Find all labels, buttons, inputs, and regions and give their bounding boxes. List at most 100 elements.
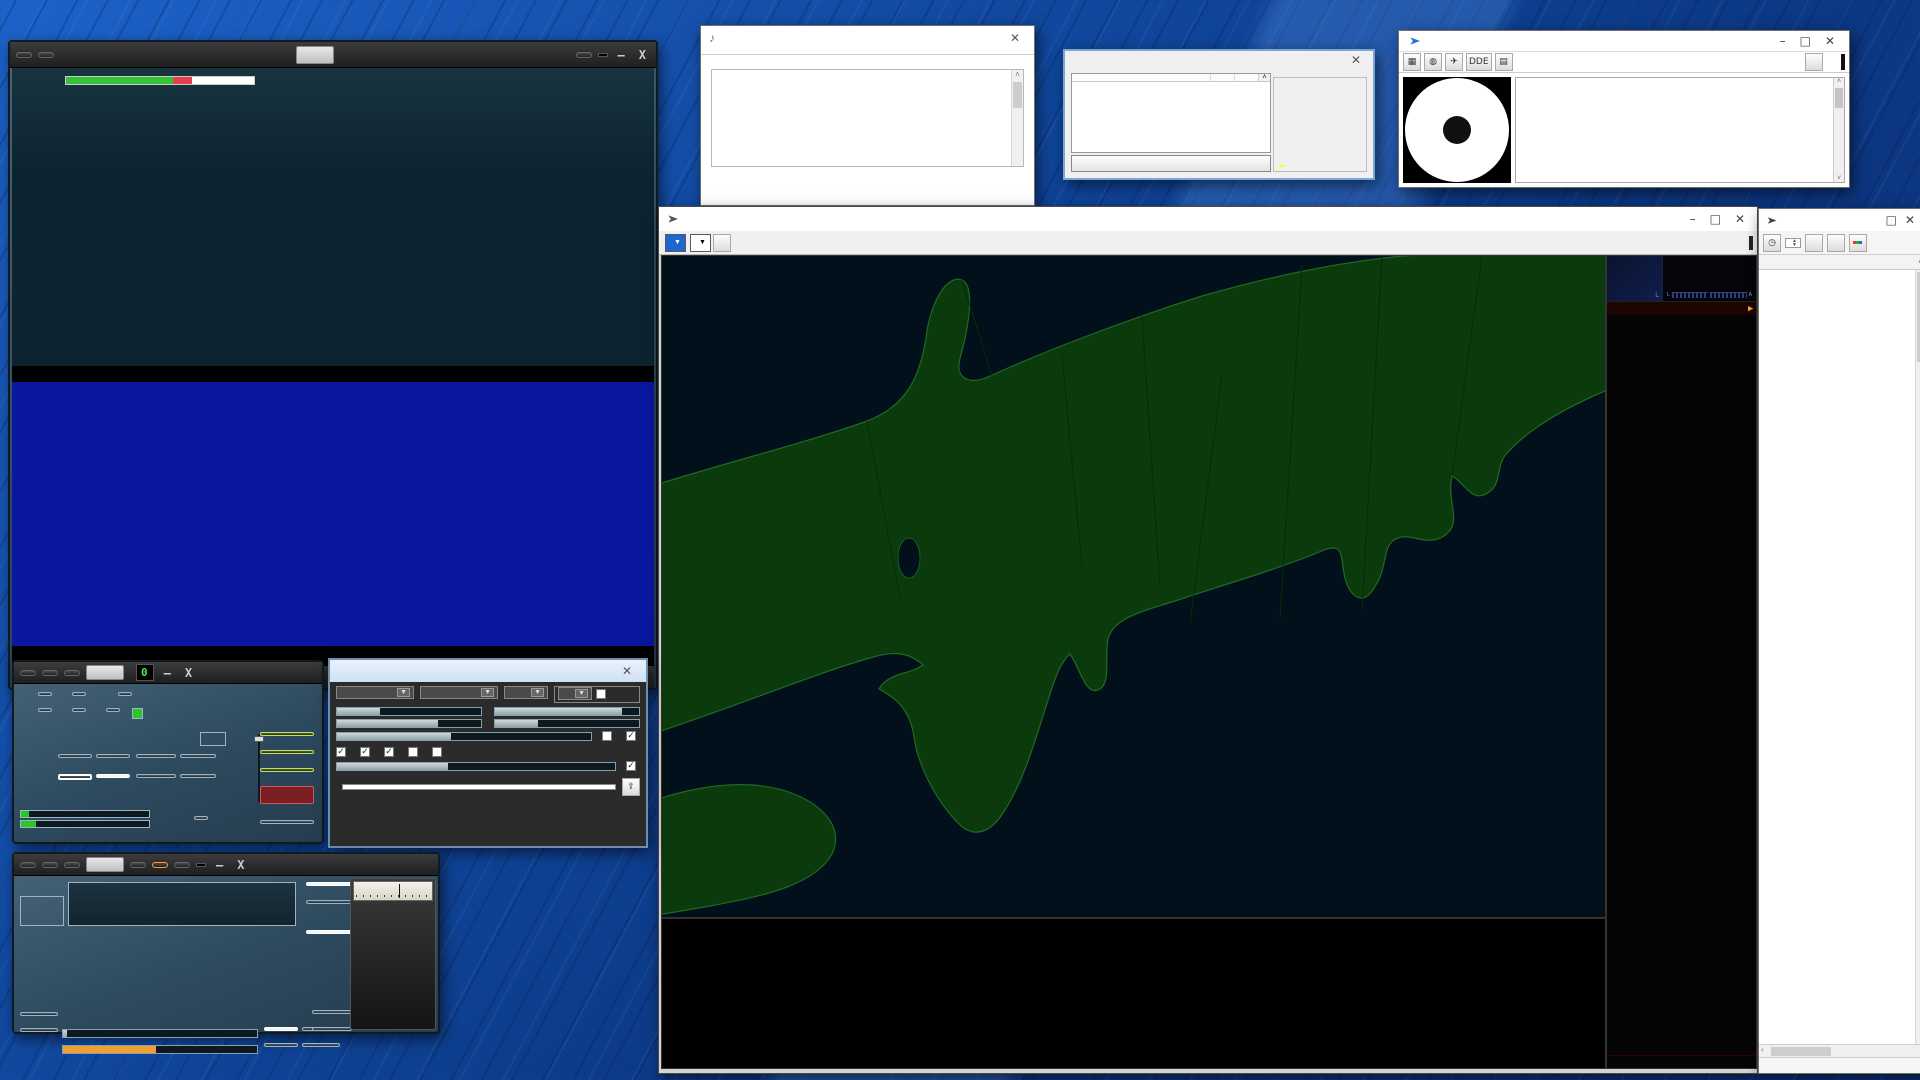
sett-button[interactable]	[20, 670, 36, 676]
step-box[interactable]	[20, 896, 64, 926]
digital-button[interactable]	[306, 930, 352, 934]
scroll-up-icon[interactable]: ˄	[1258, 74, 1270, 81]
lo-lock-button[interactable]	[260, 768, 314, 772]
spectrum-icon[interactable]: ▦	[1403, 53, 1421, 71]
scanner-button[interactable]	[72, 692, 86, 696]
stop-button[interactable]	[260, 786, 314, 804]
sp1-button[interactable]	[38, 708, 52, 712]
nchl-button[interactable]	[312, 1027, 352, 1031]
dde-icon[interactable]: DDE	[1466, 53, 1492, 71]
csv-filename-input[interactable]	[342, 784, 616, 790]
add-vrx-button[interactable]	[260, 732, 314, 736]
close-icon[interactable]: ✕	[616, 664, 638, 678]
minimize-icon[interactable]: —	[160, 666, 175, 680]
fft-window-select[interactable]: ▼	[336, 686, 414, 699]
wave-device-table[interactable]: ˄	[1071, 73, 1271, 153]
tx100-checkbox[interactable]	[602, 731, 616, 741]
maximize-icon[interactable]: □	[1710, 212, 1721, 226]
sp-fill-checkbox[interactable]: ✓	[336, 747, 350, 757]
contacts-list-area[interactable]	[1759, 270, 1920, 1044]
close-icon[interactable]: ✕	[1345, 53, 1367, 67]
decimation-value[interactable]	[200, 732, 226, 746]
table-icon[interactable]: ▤	[1495, 53, 1513, 71]
spectrum-range-slider[interactable]	[336, 719, 482, 728]
volume-slider[interactable]	[62, 1045, 258, 1054]
close-icon[interactable]: ✕	[1825, 34, 1835, 48]
spectrum-display[interactable]	[12, 68, 654, 366]
speaker-icon[interactable]	[713, 234, 731, 252]
tmi-enable-checkbox[interactable]	[596, 689, 610, 699]
channel-icon[interactable]: ✈	[1445, 53, 1463, 71]
fft-avg-select[interactable]: ▼	[504, 686, 548, 699]
agc-off-button[interactable]	[264, 1027, 298, 1031]
rf-gain-knob[interactable]	[254, 736, 264, 742]
hiz-button[interactable]	[58, 754, 92, 758]
altitude-profile[interactable]	[661, 918, 1606, 1069]
waterfall[interactable]	[12, 382, 654, 646]
close-icon[interactable]: X	[181, 666, 196, 680]
rec-panel-button[interactable]	[118, 692, 132, 696]
ant-b-button[interactable]	[96, 774, 130, 778]
message-vscrollbar[interactable]: ˄˅	[1833, 78, 1844, 182]
notches-button[interactable]	[136, 754, 176, 758]
constellation-icon[interactable]: ◍	[1424, 53, 1442, 71]
mctr-button[interactable]	[152, 862, 168, 868]
minimize-icon[interactable]: —	[212, 858, 227, 872]
pwr-snr-csv-button[interactable]	[38, 52, 54, 58]
palette-icon[interactable]	[1849, 234, 1867, 252]
sp2-button[interactable]	[72, 708, 86, 712]
col-input-device[interactable]	[1072, 74, 1210, 81]
fft-off-checkbox[interactable]: ✓	[626, 731, 640, 741]
show-smeter-checkbox[interactable]: ✓	[360, 747, 374, 757]
col-96k[interactable]	[1234, 74, 1258, 81]
opt-button[interactable]	[38, 692, 52, 696]
minutes-spinner[interactable]: ▲▼	[1785, 238, 1801, 248]
close-icon[interactable]: ✕	[1004, 31, 1026, 45]
iq-out-button[interactable]	[306, 900, 352, 904]
save-ws-button[interactable]	[194, 816, 208, 820]
sett-button[interactable]	[16, 52, 32, 58]
sett-button[interactable]	[20, 862, 36, 868]
plugins-button[interactable]	[64, 670, 80, 676]
contacts-vscrollbar[interactable]	[1915, 270, 1920, 1044]
nch4-button[interactable]	[312, 1010, 352, 1014]
waterfall-gain-slider[interactable]	[336, 707, 482, 716]
zoom-select[interactable]: ▼	[665, 234, 686, 252]
freq-box[interactable]	[68, 882, 296, 926]
agc-slow-button[interactable]	[302, 1043, 340, 1047]
exw-button[interactable]	[64, 862, 80, 868]
spectrum-plot[interactable]	[48, 68, 654, 328]
if-mode-button[interactable]	[136, 774, 176, 778]
close-icon[interactable]: ✕	[1735, 212, 1745, 226]
ma-button[interactable]	[42, 670, 58, 676]
mwfm-button[interactable]	[180, 754, 216, 758]
close-icon[interactable]: X	[233, 858, 248, 872]
show-fdial-checkbox[interactable]: ✓	[384, 747, 398, 757]
rx-button[interactable]	[106, 708, 120, 712]
flight-table[interactable]: ▶	[1607, 302, 1756, 1055]
peak-button[interactable]	[306, 882, 352, 886]
radar-map[interactable]	[661, 255, 1606, 918]
lif-button[interactable]	[180, 774, 216, 778]
sound-setting-button[interactable]	[1071, 155, 1271, 172]
history-icon[interactable]: ◷	[1763, 234, 1781, 252]
waterfall-contrast-slider[interactable]	[494, 707, 640, 716]
step-lock-button[interactable]	[576, 52, 592, 58]
filter-select[interactable]: ▼	[690, 234, 711, 252]
del-vrx-button[interactable]	[260, 750, 314, 754]
col-48k[interactable]	[1210, 74, 1234, 81]
show-curs-osd-checkbox[interactable]: ✓	[626, 761, 640, 771]
wf-palette-select[interactable]: ▼	[420, 686, 498, 699]
log-icon[interactable]	[1805, 234, 1823, 252]
maximize-icon[interactable]: □	[1886, 213, 1897, 227]
tmi-select[interactable]: ▼	[558, 687, 592, 700]
close-icon[interactable]: X	[635, 48, 650, 62]
dde-button[interactable]	[1805, 53, 1823, 71]
contacts-hscrollbar[interactable]: ‹›	[1759, 1044, 1920, 1057]
mem-pan-button[interactable]	[260, 820, 314, 824]
wf-avg-checkbox[interactable]	[408, 747, 422, 757]
minimize-icon[interactable]: –	[1780, 34, 1786, 48]
device-list[interactable]: ˄	[711, 69, 1024, 167]
bias-t-button[interactable]	[58, 774, 92, 780]
ant-a-button[interactable]	[96, 754, 130, 758]
